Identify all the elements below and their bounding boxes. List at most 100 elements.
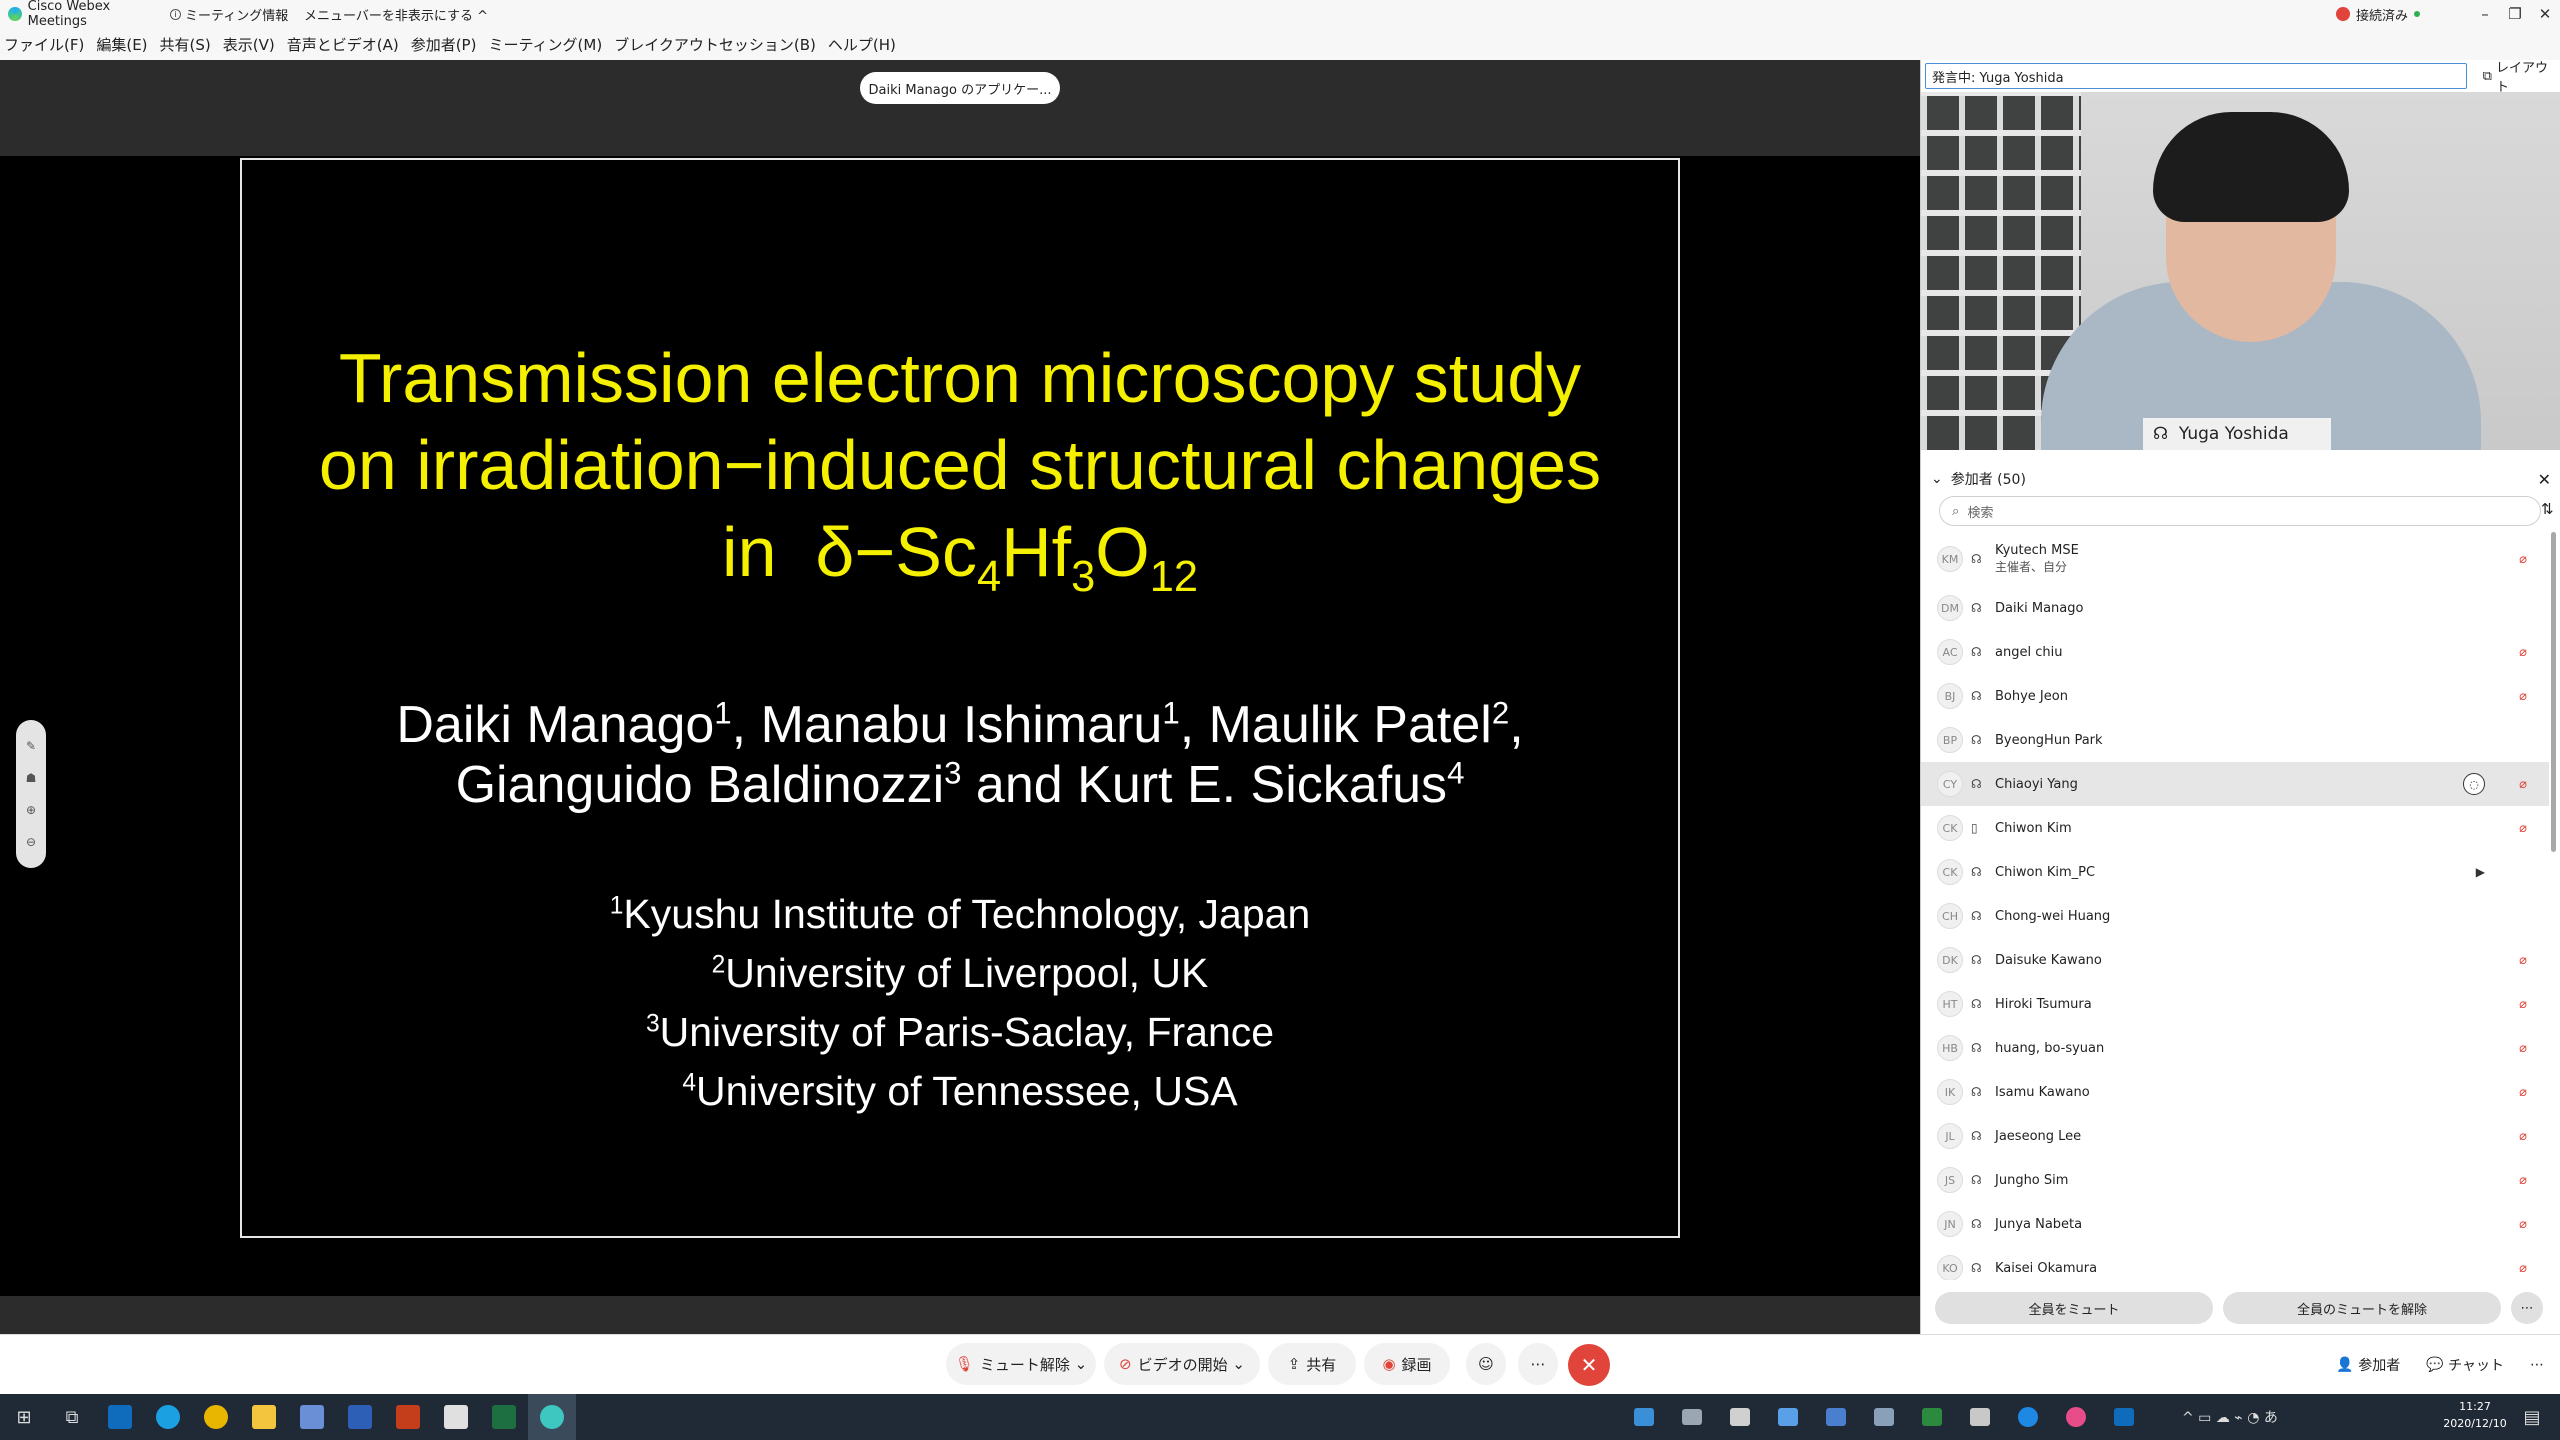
tray-outlook-icon[interactable] — [2100, 1394, 2148, 1440]
participant-row[interactable]: HT ☊ Hiroki Tsumura ⌀ — [1921, 982, 2549, 1026]
muted-mic-icon[interactable]: ⌀ — [2519, 1129, 2527, 1144]
zoom-out-icon[interactable]: ⊖ — [26, 835, 36, 849]
menu-share[interactable]: 共有(S) — [160, 34, 211, 55]
muted-mic-icon[interactable]: ⌀ — [2519, 777, 2527, 792]
acrobat-icon[interactable] — [432, 1394, 480, 1440]
minimize-icon[interactable]: – — [2470, 5, 2500, 23]
mute-all-button[interactable]: 全員をミュート — [1935, 1292, 2213, 1324]
menu-help[interactable]: ヘルプ(H) — [828, 34, 896, 55]
more-icon[interactable]: ⋯ — [1518, 1343, 1558, 1385]
muted-mic-icon[interactable]: ⌀ — [2519, 645, 2527, 660]
participant-row[interactable]: CH ☊ Chong-wei Huang — [1921, 894, 2549, 938]
start-video-button[interactable]: ⊘ ビデオの開始 ⌄ — [1104, 1343, 1260, 1385]
close-panel-icon[interactable]: ✕ — [2538, 470, 2551, 489]
notification-icon[interactable]: ▤ — [2508, 1394, 2556, 1440]
tray-app-icon[interactable] — [1668, 1394, 1716, 1440]
tray-app-icon[interactable] — [1620, 1394, 1668, 1440]
participant-row[interactable]: BP ☊ ByeongHun Park — [1921, 718, 2549, 762]
meeting-info-button[interactable]: i ミーティング情報 — [170, 5, 290, 24]
menu-audio-video[interactable]: 音声とビデオ(A) — [287, 34, 399, 55]
file-explorer-icon[interactable] — [240, 1394, 288, 1440]
active-speaker-video[interactable]: ☊ Yuga Yoshida — [1921, 92, 2560, 450]
tray-app-icon[interactable] — [1812, 1394, 1860, 1440]
menu-file[interactable]: ファイル(F) — [4, 34, 84, 55]
tray-app-icon[interactable] — [1860, 1394, 1908, 1440]
chevron-down-icon[interactable]: ⌄ — [1070, 1355, 1088, 1373]
muted-mic-icon[interactable]: ⌀ — [2519, 689, 2527, 704]
tray-app-icon[interactable] — [2004, 1394, 2052, 1440]
chevron-down-icon[interactable]: ⌄ — [1931, 471, 1943, 487]
participant-row[interactable]: DM ☊ Daiki Manago — [1921, 586, 2549, 630]
participant-row[interactable]: BJ ☊ Bohye Jeon ⌀ — [1921, 674, 2549, 718]
chat-bubble-icon[interactable]: ◌ — [2463, 773, 2485, 795]
participant-row[interactable]: JN ☊ Junya Nabeta ⌀ — [1921, 1202, 2549, 1246]
outlook-icon[interactable] — [96, 1394, 144, 1440]
chat-toggle[interactable]: チャット — [2448, 1355, 2504, 1375]
menu-participant[interactable]: 参加者(P) — [411, 34, 477, 55]
edge-icon[interactable] — [144, 1394, 192, 1440]
connection-status[interactable]: 接続済み — [2356, 5, 2408, 24]
muted-mic-icon[interactable]: ⌀ — [2519, 821, 2527, 836]
muted-mic-icon[interactable]: ⌀ — [2519, 1173, 2527, 1188]
zoom-in-icon[interactable]: ⊕ — [26, 803, 36, 817]
menu-meeting[interactable]: ミーティング(M) — [488, 34, 602, 55]
restore-icon[interactable]: ❐ — [2500, 5, 2530, 23]
participant-search-input[interactable]: ⌕ 検索 — [1939, 496, 2541, 526]
reactions-icon[interactable]: ☺ — [1466, 1343, 1506, 1385]
taskbar-clock[interactable]: 11:27 2020/12/10 — [2440, 1398, 2510, 1432]
tray-app-icon[interactable] — [1908, 1394, 1956, 1440]
muted-mic-icon[interactable]: ⌀ — [2519, 1261, 2527, 1276]
participant-row[interactable]: CK ▯ Chiwon Kim ⌀ — [1921, 806, 2549, 850]
muted-mic-icon[interactable]: ⌀ — [2519, 953, 2527, 968]
sharer-pill[interactable]: Daiki Manago のアプリケー... — [860, 72, 1060, 104]
participant-row[interactable]: AC ☊ angel chiu ⌀ — [1921, 630, 2549, 674]
unmute-button[interactable]: 🎙 ミュート解除 ⌄ — [946, 1343, 1096, 1385]
participant-row[interactable]: KO ☊ Kaisei Okamura ⌀ — [1921, 1246, 2549, 1280]
tray-overflow-icon[interactable]: ^ ▭ ☁ ⌁ ◔ あ — [2182, 1407, 2278, 1427]
unmute-all-button[interactable]: 全員のミュートを解除 — [2223, 1292, 2501, 1324]
active-speaker[interactable]: 発言中: Yuga Yoshida — [1925, 63, 2467, 89]
leave-meeting-icon[interactable]: ✕ — [1568, 1344, 1610, 1386]
app-icon[interactable] — [288, 1394, 336, 1440]
task-view-icon[interactable]: ⧉ — [48, 1394, 96, 1440]
participant-row[interactable]: DK ☊ Daisuke Kawano ⌀ — [1921, 938, 2549, 982]
menu-breakout[interactable]: ブレイクアウトセッション(B) — [614, 34, 816, 55]
powerpoint-icon[interactable] — [384, 1394, 432, 1440]
muted-mic-icon[interactable]: ⌀ — [2519, 1085, 2527, 1100]
start-icon[interactable]: ⊞ — [0, 1394, 48, 1440]
menu-edit[interactable]: 編集(E) — [96, 34, 147, 55]
pointer-icon[interactable]: ☗ — [26, 771, 37, 785]
layout-button[interactable]: ⧉ レイアウト — [2483, 57, 2560, 95]
participant-row[interactable]: JS ☊ Jungho Sim ⌀ — [1921, 1158, 2549, 1202]
menu-view[interactable]: 表示(V) — [223, 34, 275, 55]
tray-app-icon[interactable] — [1764, 1394, 1812, 1440]
participant-list-scrollbar[interactable] — [2551, 532, 2556, 852]
participant-row[interactable]: HB ☊ huang, bo-syuan ⌀ — [1921, 1026, 2549, 1070]
participant-row[interactable]: IK ☊ Isamu Kawano ⌀ — [1921, 1070, 2549, 1114]
more-options-icon[interactable]: ⋯ — [2511, 1292, 2543, 1324]
participant-row[interactable]: CY ☊ Chiaoyi Yang ◌ ⌀ — [1921, 762, 2549, 806]
chevron-down-icon[interactable]: ⌄ — [1228, 1355, 1245, 1373]
webex-taskbar-icon[interactable] — [528, 1394, 576, 1440]
close-icon[interactable]: ✕ — [2530, 5, 2560, 23]
tray-app-icon[interactable] — [1956, 1394, 2004, 1440]
chrome-icon[interactable] — [192, 1394, 240, 1440]
muted-mic-icon[interactable]: ⌀ — [2519, 997, 2527, 1012]
excel-icon[interactable] — [480, 1394, 528, 1440]
hide-menu-button[interactable]: メニューバーを非表示にする ^ — [304, 5, 488, 24]
participants-toggle[interactable]: 参加者 — [2358, 1355, 2400, 1375]
participant-row[interactable]: KM ☊ Kyutech MSE 主催者、自分 ⌀ — [1921, 532, 2549, 586]
share-button[interactable]: ⇪ 共有 — [1268, 1343, 1356, 1385]
more-panels-icon[interactable]: ⋯ — [2530, 1357, 2544, 1373]
muted-mic-icon[interactable]: ⌀ — [2519, 1217, 2527, 1232]
tray-app-icon[interactable] — [2052, 1394, 2100, 1440]
record-button[interactable]: ◉ 録画 — [1364, 1343, 1450, 1385]
participant-row[interactable]: JL ☊ Jaeseong Lee ⌀ — [1921, 1114, 2549, 1158]
participant-row[interactable]: CK ☊ Chiwon Kim_PC ▶ — [1921, 850, 2549, 894]
muted-mic-icon[interactable]: ⌀ — [2519, 1041, 2527, 1056]
tray-app-icon[interactable] — [1716, 1394, 1764, 1440]
annotate-icon[interactable]: ✎ — [26, 739, 36, 753]
muted-mic-icon[interactable]: ⌀ — [2519, 552, 2527, 567]
sort-icon[interactable]: ⇅ — [2541, 500, 2554, 518]
app-icon[interactable] — [336, 1394, 384, 1440]
